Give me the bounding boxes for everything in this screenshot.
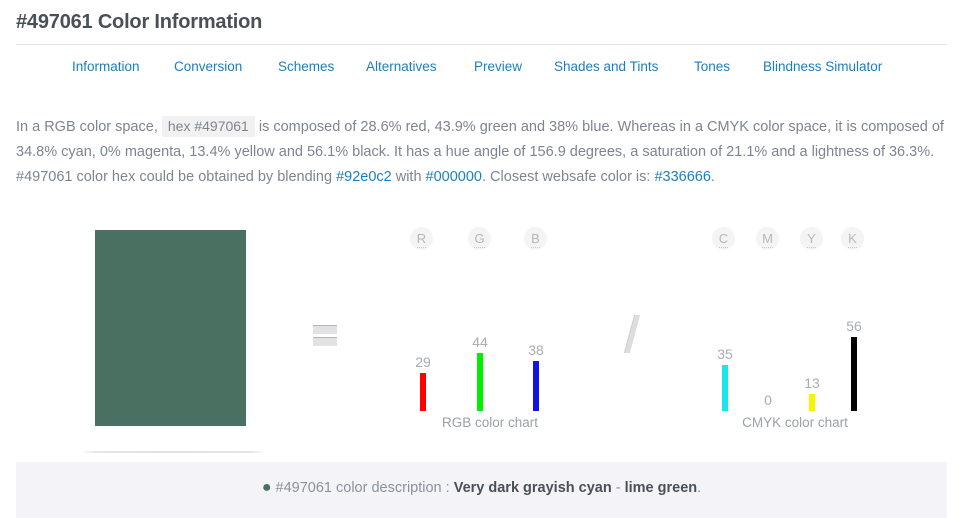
color-description-panel: ● #497061 color description : Very dark …	[16, 462, 947, 518]
bar-k	[851, 337, 857, 411]
description-separator: -	[611, 480, 625, 496]
color-description-line: ● #497061 color description : Very dark …	[16, 480, 947, 496]
bar-column-r: 29	[403, 205, 443, 411]
color-description-paragraph: In a RGB color space, hex #497061 is com…	[16, 114, 945, 190]
bar-value-k: 56	[846, 318, 862, 334]
bullet-icon: ●	[261, 479, 272, 497]
bar-value-b: 38	[528, 342, 544, 358]
page-title: #497061 Color Information	[16, 11, 263, 33]
nav-item-information[interactable]: Information	[72, 59, 140, 74]
bar-g	[477, 353, 483, 411]
description-main-name: Very dark grayish cyan	[453, 480, 612, 496]
nav-item-blindness-simulator[interactable]: Blindness Simulator	[763, 59, 882, 74]
bar-y	[809, 394, 815, 411]
link-blend-color-b[interactable]: #000000	[426, 169, 482, 185]
link-blend-color-a[interactable]: #92e0c2	[336, 169, 392, 185]
bar-value-r: 29	[415, 354, 431, 370]
description-secondary-name: lime green	[624, 480, 698, 496]
nav-item-shades-and-tints[interactable]: Shades and Tints	[554, 59, 658, 74]
rgb-bars: 29 44 38	[400, 205, 580, 411]
bar-c	[722, 365, 728, 411]
cmyk-color-chart: CMYK 35 0 13 56 CMYK color chart	[700, 205, 890, 455]
bar-column-y: 13	[792, 205, 832, 411]
link-websafe-color[interactable]: #336666	[654, 169, 710, 185]
cmyk-chart-caption: CMYK color chart	[742, 415, 848, 430]
bar-value-y: 13	[804, 375, 820, 391]
bar-column-b: 38	[516, 205, 556, 411]
rgb-chart-caption: RGB color chart	[441, 415, 539, 430]
bar-value-m: 0	[764, 392, 772, 408]
color-visual-band: RGB 29 44 38 RGB color chart CMYK 35 0 13 56 …	[0, 205, 963, 455]
nav-item-conversion[interactable]: Conversion	[174, 59, 242, 74]
bar-value-c: 35	[717, 346, 733, 362]
nav-item-tones[interactable]: Tones	[694, 59, 730, 74]
intro-text-3: with	[391, 168, 426, 185]
nav-item-schemes[interactable]: Schemes	[278, 59, 334, 74]
equals-icon	[313, 325, 337, 346]
intro-text-4: . Closest websafe color is:	[482, 168, 655, 185]
description-end: .	[697, 480, 702, 496]
bar-column-k: 56	[834, 205, 874, 411]
color-swatch[interactable]	[95, 230, 246, 426]
color-swatch-wrapper	[80, 225, 266, 453]
slash-icon	[622, 315, 642, 355]
description-prefix: #497061 color description :	[275, 480, 454, 496]
rgb-color-chart: RGB 29 44 38 RGB color chart	[400, 205, 580, 455]
section-nav: Information Conversion Schemes Alternati…	[16, 59, 947, 91]
intro-text-1: In a RGB color space,	[16, 118, 162, 135]
bar-column-g: 44	[460, 205, 500, 411]
bar-column-c: 35	[705, 205, 745, 411]
nav-item-preview[interactable]: Preview	[474, 59, 522, 74]
intro-text-5: .	[710, 168, 715, 185]
bar-r	[420, 373, 426, 411]
cmyk-bars: 35 0 13 56	[700, 205, 890, 411]
color-information-page: #497061 Color Information Information Co…	[0, 0, 963, 518]
nav-item-alternatives[interactable]: Alternatives	[366, 59, 437, 74]
header-divider	[16, 44, 947, 45]
bar-column-m: 0	[748, 205, 788, 411]
hex-code-chip: hex #497061	[161, 115, 255, 137]
bar-b	[533, 361, 539, 411]
color-swatch-shadow	[80, 451, 266, 453]
bar-value-g: 44	[472, 334, 488, 350]
